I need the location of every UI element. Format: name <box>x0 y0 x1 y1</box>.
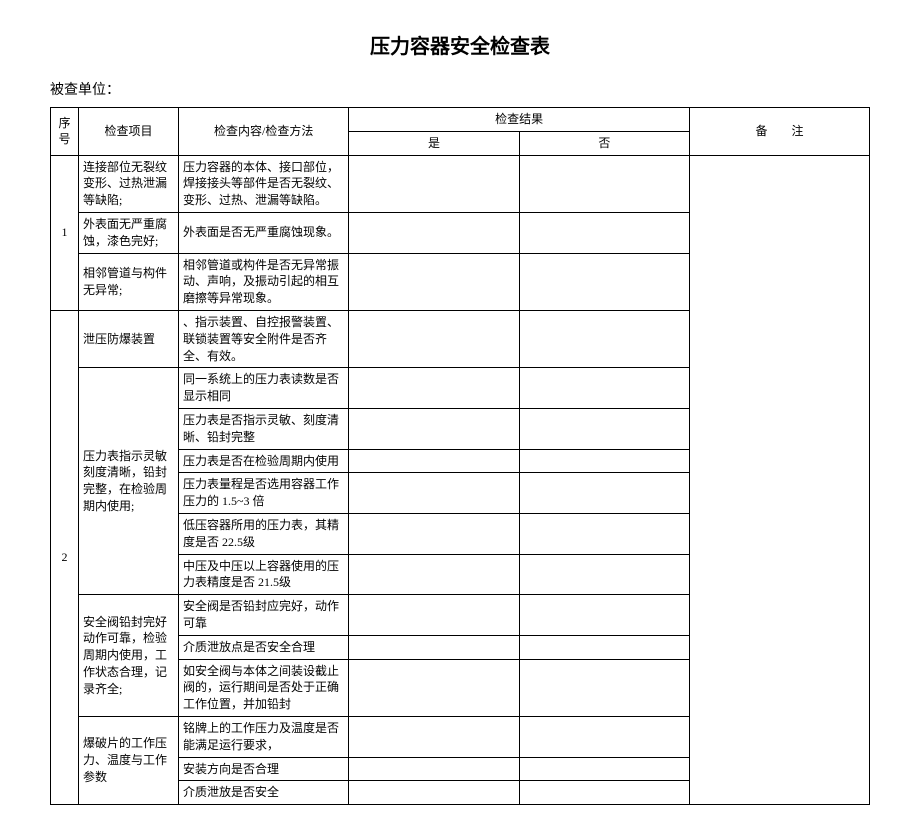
header-no: 否 <box>519 131 689 155</box>
g2-desc13: 介质泄放是否安全 <box>179 781 349 805</box>
note-cell <box>690 155 870 805</box>
g1-desc2: 外表面是否无严重腐蚀现象。 <box>179 212 349 253</box>
page-title: 压力容器安全检查表 <box>50 30 870 59</box>
header-desc: 检查内容/检查方法 <box>179 108 349 156</box>
cell-yes <box>349 757 519 781</box>
group2-num: 2 <box>51 310 79 804</box>
g2-desc3: 压力表是否指示灵敏、刻度清晰、铅封完整 <box>179 408 349 449</box>
cell-no <box>519 155 689 212</box>
group1-num: 1 <box>51 155 79 310</box>
g2-item4: 爆破片的工作压力、温度与工作参数 <box>79 716 179 804</box>
g2-desc5: 压力表量程是否选用容器工作压力的 1.5~3 倍 <box>179 473 349 514</box>
cell-yes <box>349 310 519 367</box>
cell-no <box>519 212 689 253</box>
g1-item2: 外表面无严重腐蚀，漆色完好; <box>79 212 179 253</box>
cell-no <box>519 757 689 781</box>
g2-desc4: 压力表是否在检验周期内使用 <box>179 449 349 473</box>
cell-yes <box>349 781 519 805</box>
header-result: 检查结果 <box>349 108 690 132</box>
inspection-table: 序号 检查项目 检查内容/检查方法 检查结果 备 注 是 否 1 连接部位无裂纹… <box>50 107 870 805</box>
header-yes: 是 <box>349 131 519 155</box>
cell-yes <box>349 635 519 659</box>
cell-yes <box>349 155 519 212</box>
g2-desc10: 如安全阀与本体之间装设截止阀的，运行期间是否处于正确工作位置，并加铅封 <box>179 659 349 716</box>
g2-desc8: 安全阀是否铅封应完好，动作可靠 <box>179 595 349 636</box>
g2-desc9: 介质泄放点是否安全合理 <box>179 635 349 659</box>
cell-no <box>519 781 689 805</box>
cell-no <box>519 513 689 554</box>
g2-desc1: 、指示装置、自控报警装置、联锁装置等安全附件是否齐全、有效。 <box>179 310 349 367</box>
g2-item1: 泄压防爆装置 <box>79 310 179 367</box>
cell-no <box>519 554 689 595</box>
g2-item3: 安全阀铅封完好动作可靠，检验周期内使用，工作状态合理，记录齐全; <box>79 595 179 717</box>
cell-no <box>519 368 689 409</box>
cell-yes <box>349 253 519 310</box>
cell-yes <box>349 368 519 409</box>
cell-yes <box>349 554 519 595</box>
g1-item3: 相邻管道与构件无异常; <box>79 253 179 310</box>
g1-item1: 连接部位无裂纹变形、过热泄漏等缺陷; <box>79 155 179 212</box>
g2-desc7: 中压及中压以上容器使用的压力表精度是否 21.5级 <box>179 554 349 595</box>
cell-yes <box>349 212 519 253</box>
cell-no <box>519 473 689 514</box>
cell-no <box>519 635 689 659</box>
cell-no <box>519 310 689 367</box>
header-num: 序号 <box>51 108 79 156</box>
g2-desc12: 安装方向是否合理 <box>179 757 349 781</box>
cell-yes <box>349 449 519 473</box>
g2-desc6: 低压容器所用的压力表，其精度是否 22.5级 <box>179 513 349 554</box>
cell-no <box>519 659 689 716</box>
g1-desc3: 相邻管道或构件是否无异常振动、声响，及振动引起的相互磨擦等异常现象。 <box>179 253 349 310</box>
cell-no <box>519 716 689 757</box>
cell-yes <box>349 513 519 554</box>
header-note: 备 注 <box>690 108 870 156</box>
header-item: 检查项目 <box>79 108 179 156</box>
g1-desc1: 压力容器的本体、接口部位，焊接接头等部件是否无裂纹、变形、过热、泄漏等缺陷。 <box>179 155 349 212</box>
cell-no <box>519 408 689 449</box>
cell-yes <box>349 659 519 716</box>
cell-yes <box>349 716 519 757</box>
cell-yes <box>349 473 519 514</box>
inspected-unit-label: 被查单位： <box>50 79 870 99</box>
g2-desc2: 同一系统上的压力表读数是否显示相同 <box>179 368 349 409</box>
cell-yes <box>349 408 519 449</box>
cell-yes <box>349 595 519 636</box>
cell-no <box>519 449 689 473</box>
cell-no <box>519 595 689 636</box>
g2-desc11: 铭牌上的工作压力及温度是否能满足运行要求， <box>179 716 349 757</box>
g2-item2: 压力表指示灵敏刻度清晰，铅封完整，在检验周期内使用; <box>79 368 179 595</box>
cell-no <box>519 253 689 310</box>
